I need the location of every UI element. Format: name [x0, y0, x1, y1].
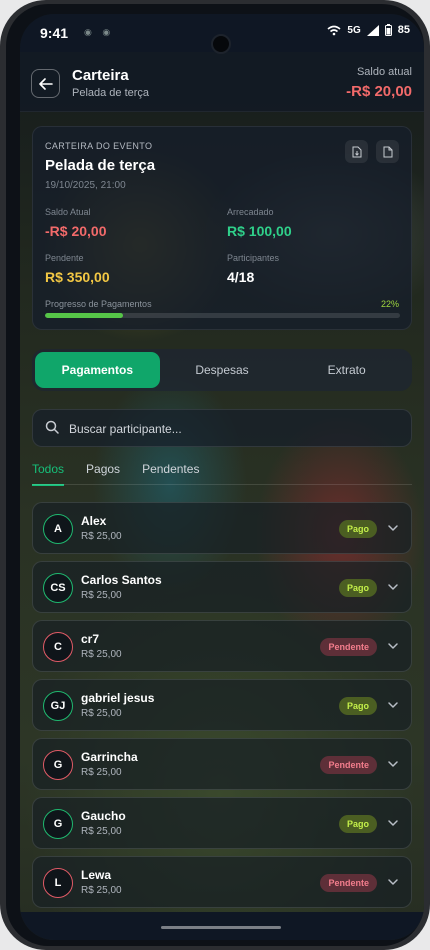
document-download-icon	[352, 146, 361, 157]
tab-pagamentos[interactable]: Pagamentos	[35, 352, 160, 388]
phone-bezel: 9:41 ◉ ◉ 5G 85 Carteira Pelada de terça …	[6, 4, 424, 946]
network-label: 5G	[347, 24, 361, 36]
filters-divider	[32, 484, 412, 485]
participant-amount: R$ 25,00	[81, 649, 122, 660]
participant-name: Lewa	[81, 868, 112, 882]
filter-tabs: Todos Pagos Pendentes	[32, 462, 199, 486]
battery-level: 85	[397, 24, 410, 36]
event-date: 19/10/2025, 21:00	[45, 180, 126, 191]
payment-progress-bar	[45, 313, 400, 318]
status-badge: Pago	[338, 520, 377, 538]
document-icon	[383, 146, 392, 157]
participant-row[interactable]: A Alex R$ 25,00 Pago	[32, 502, 412, 554]
status-badge: Pendente	[320, 756, 377, 774]
participant-row[interactable]: Ccr7 R$ 25,00 Pendente	[32, 620, 412, 672]
avatar: G	[43, 750, 73, 780]
chevron-down-icon[interactable]	[387, 817, 399, 829]
card-label: CARTEIRA DO EVENTO	[45, 141, 153, 151]
participant-row[interactable]: G Gaucho R$ 25,00 Pago	[32, 797, 412, 849]
participant-name: Alex	[81, 514, 107, 528]
participant-amount: R$ 25,00	[81, 531, 122, 542]
stat-arrecadado-value: R$ 100,00	[227, 223, 292, 239]
stat-pendente-label: Pendente	[45, 253, 84, 263]
participant-name: Carlos Santos	[81, 573, 162, 587]
page-subtitle: Pelada de terça	[72, 87, 150, 99]
payment-progress-fill	[45, 313, 124, 318]
status-right: 5G 85	[327, 24, 410, 36]
filter-pagos[interactable]: Pagos	[86, 462, 120, 486]
participant-name: Gaucho	[81, 809, 126, 823]
status-badge: Pendente	[320, 874, 377, 892]
participant-amount: R$ 25,00	[81, 885, 122, 896]
progress-percent: 22%	[380, 299, 399, 309]
participant-row[interactable]: CS Carlos Santos R$ 25,00 Pago	[32, 561, 412, 613]
participant-amount: R$ 25,00	[81, 708, 122, 719]
app-header: Carteira Pelada de terça Saldo atual -R$…	[20, 52, 424, 112]
chevron-down-icon[interactable]	[387, 758, 399, 770]
chevron-down-icon[interactable]	[387, 699, 399, 711]
stat-pendente-value: R$ 350,00	[45, 269, 110, 285]
participant-row[interactable]: L Lewa R$ 25,00 Pendente	[32, 856, 412, 908]
participant-name: gabriel jesus	[81, 691, 155, 705]
back-button[interactable]	[31, 69, 60, 98]
chevron-down-icon[interactable]	[387, 640, 399, 652]
participant-name: cr7	[81, 632, 100, 646]
event-wallet-card: CARTEIRA DO EVENTO Pelada de terça 19/10…	[32, 126, 412, 330]
chevron-down-icon[interactable]	[387, 581, 399, 593]
participant-amount: R$ 25,00	[81, 590, 122, 601]
status-badge: Pendente	[320, 638, 377, 656]
status-badge: Pago	[338, 579, 377, 597]
participant-list: A Alex R$ 25,00 Pago CS Carlos Santos R$ 25,00…	[32, 502, 412, 915]
search-icon	[45, 420, 59, 434]
front-camera	[211, 34, 231, 54]
arrow-left-icon	[38, 77, 53, 90]
participant-amount: R$ 25,00	[81, 826, 122, 837]
participant-name: Garrincha	[81, 750, 138, 764]
search-bar	[32, 409, 412, 447]
status-badge: Pago	[338, 815, 377, 833]
wallet-tabs: Pagamentos Despesas Extrato	[32, 349, 412, 391]
participant-amount: R$ 25,00	[81, 767, 122, 778]
event-title: Pelada de terça	[45, 157, 156, 174]
phone-frame: 9:41 ◉ ◉ 5G 85 Carteira Pelada de terça …	[0, 0, 430, 950]
wifi-icon	[327, 25, 341, 35]
participant-row[interactable]: G Garrincha R$ 25,00 Pendente	[32, 738, 412, 790]
chevron-down-icon[interactable]	[387, 876, 399, 888]
chevron-down-icon[interactable]	[387, 522, 399, 534]
home-indicator	[161, 926, 281, 929]
battery-icon	[384, 24, 392, 36]
tab-extrato[interactable]: Extrato	[284, 352, 409, 388]
status-badge: Pago	[338, 697, 377, 715]
tab-despesas[interactable]: Despesas	[160, 352, 285, 388]
stat-saldo-value: -R$ 20,00	[45, 223, 107, 239]
export-pdf-button[interactable]	[345, 140, 368, 163]
notification-icons: ◉ ◉	[84, 27, 115, 37]
search-input[interactable]	[69, 419, 399, 439]
avatar: CS	[43, 573, 73, 603]
document-button[interactable]	[376, 140, 399, 163]
avatar: C	[43, 632, 73, 662]
progress-label: Progresso de Pagamentos	[45, 299, 152, 309]
signal-icon	[366, 24, 379, 36]
stat-participantes-value: 4/18	[227, 269, 255, 285]
avatar: A	[43, 514, 73, 544]
filter-pendentes[interactable]: Pendentes	[142, 462, 199, 486]
stat-saldo-label: Saldo Atual	[45, 207, 91, 217]
status-time: 9:41	[40, 25, 69, 41]
saldo-value: -R$ 20,00	[346, 83, 412, 100]
avatar: GJ	[43, 691, 73, 721]
avatar: L	[43, 868, 73, 898]
stat-participantes-label: Participantes	[227, 253, 280, 263]
stat-arrecadado-label: Arrecadado	[227, 207, 274, 217]
avatar: G	[43, 809, 73, 839]
page-title: Carteira	[72, 67, 129, 84]
app-screen: 9:41 ◉ ◉ 5G 85 Carteira Pelada de terça …	[20, 14, 424, 940]
filter-todos[interactable]: Todos	[32, 462, 65, 486]
saldo-label: Saldo atual	[356, 66, 412, 78]
participant-row[interactable]: GJ gabriel jesus R$ 25,00 Pago	[32, 679, 412, 731]
